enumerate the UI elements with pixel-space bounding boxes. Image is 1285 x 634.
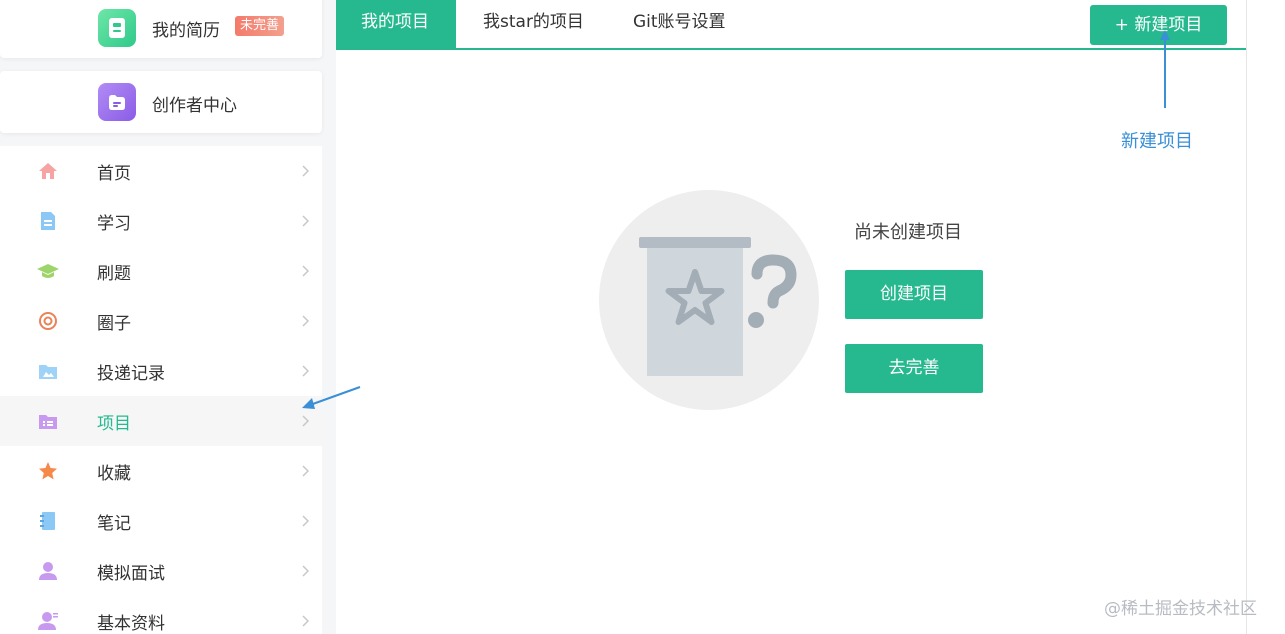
complete-profile-button[interactable]: 去完善	[845, 344, 983, 393]
new-project-button[interactable]: + 新建项目	[1090, 5, 1227, 45]
chevron-right-icon	[302, 515, 310, 527]
chevron-right-icon	[302, 165, 310, 177]
chevron-right-icon	[302, 465, 310, 477]
watermark: @稀土掘金技术社区	[1104, 599, 1257, 619]
sidebar-item-home[interactable]: 首页	[0, 146, 322, 196]
sidebar-item-applications[interactable]: 投递记录	[0, 346, 322, 396]
sidebar-item-label: 刷题	[97, 264, 131, 284]
home-icon	[36, 160, 60, 182]
sidebar-item-practice[interactable]: 刷题	[0, 246, 322, 296]
sidebar-item-label: 圈子	[97, 314, 131, 334]
chevron-right-icon	[302, 365, 310, 377]
sidebar-item-profile[interactable]: 基本资料	[0, 596, 322, 634]
sidebar-item-study[interactable]: 学习	[0, 196, 322, 246]
graduation-cap-icon	[36, 260, 60, 282]
profile-icon	[36, 610, 60, 632]
creator-icon	[98, 83, 136, 121]
sidebar-item-label: 收藏	[97, 464, 131, 484]
sidebar-item-favorites[interactable]: 收藏	[0, 446, 322, 496]
resume-label: 我的简历	[152, 21, 220, 41]
main-content: 我的项目 我star的项目 Git账号设置 + 新建项目 尚未创建项目 创建项目…	[336, 0, 1246, 634]
tab-git-settings[interactable]: Git账号设置	[633, 0, 726, 48]
tab-my-projects[interactable]: 我的项目	[336, 0, 456, 48]
target-icon	[36, 310, 60, 332]
chevron-right-icon	[302, 265, 310, 277]
empty-state-illustration	[599, 190, 819, 410]
user-icon	[36, 560, 60, 582]
sidebar-item-label: 投递记录	[97, 364, 165, 384]
creator-label: 创作者中心	[152, 96, 237, 116]
chevron-right-icon	[302, 415, 310, 427]
chevron-right-icon	[302, 315, 310, 327]
chevron-right-icon	[302, 565, 310, 577]
sidebar-item-circle[interactable]: 圈子	[0, 296, 322, 346]
sidebar-item-label: 学习	[97, 214, 131, 234]
sidebar-item-mock-interview[interactable]: 模拟面试	[0, 546, 322, 596]
sidebar-item-label: 笔记	[97, 514, 131, 534]
sidebar-item-label: 项目	[97, 414, 131, 434]
annotation-label: 新建项目	[1121, 131, 1193, 152]
resume-icon	[98, 9, 136, 47]
create-project-button[interactable]: 创建项目	[845, 270, 983, 319]
sidebar-item-label: 基本资料	[97, 614, 165, 634]
tab-starred-projects[interactable]: 我star的项目	[483, 0, 584, 48]
sidebar: 我的简历 未完善 创作者中心 首页 学习 刷题 圈子 投递记录 项目 收藏 笔记…	[0, 0, 322, 634]
creator-center-card[interactable]: 创作者中心	[0, 71, 322, 133]
sidebar-item-label: 首页	[97, 164, 131, 184]
page: 我的简历 未完善 创作者中心 首页 学习 刷题 圈子 投递记录 项目 收藏 笔记…	[0, 0, 1285, 634]
notebook-icon	[36, 510, 60, 532]
chevron-right-icon	[302, 615, 310, 627]
sidebar-menu: 首页 学习 刷题 圈子 投递记录 项目 收藏 笔记 模拟面试 基本资料	[0, 146, 322, 634]
sidebar-item-notes[interactable]: 笔记	[0, 496, 322, 546]
tab-bar: 我的项目 我star的项目 Git账号设置 + 新建项目	[336, 0, 1246, 50]
project-folder-icon	[36, 410, 60, 432]
folder-icon	[36, 360, 60, 382]
document-icon	[36, 210, 60, 232]
sidebar-item-label: 模拟面试	[97, 564, 165, 584]
chevron-right-icon	[302, 215, 310, 227]
sidebar-item-projects[interactable]: 项目	[0, 396, 322, 446]
incomplete-badge: 未完善	[235, 16, 285, 36]
right-edge-panel	[1246, 0, 1285, 634]
star-icon	[36, 460, 60, 482]
empty-message: 尚未创建项目	[854, 222, 962, 243]
resume-card[interactable]: 我的简历 未完善	[0, 0, 322, 58]
